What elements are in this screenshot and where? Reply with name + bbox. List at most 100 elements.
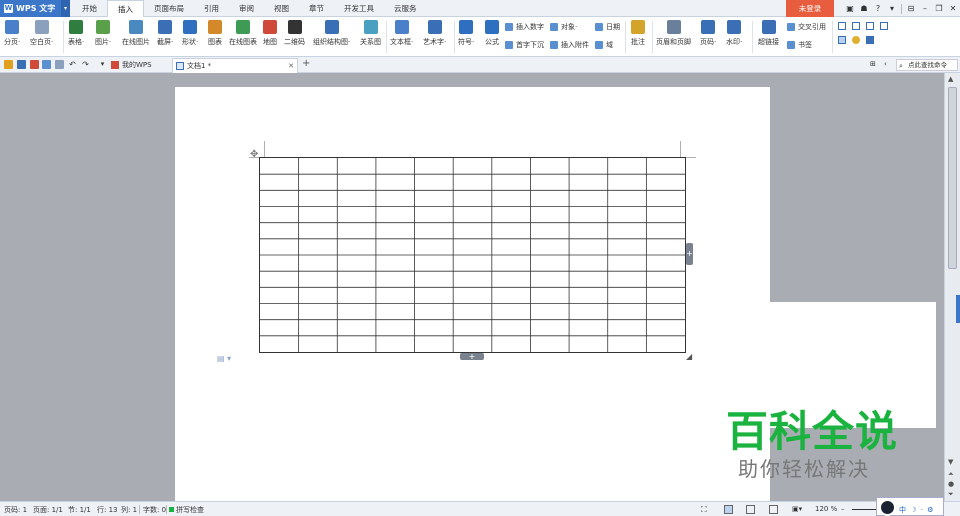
web-view-icon[interactable] [769, 505, 778, 514]
chevron-down-icon[interactable]: ▾ [98, 60, 107, 69]
bookmark-button[interactable]: 书签 [787, 40, 812, 50]
paste-options-icon[interactable]: ▤ ▾ [217, 354, 231, 363]
tab-2[interactable]: 页面布局 [144, 0, 194, 17]
close-icon[interactable]: ✕ [946, 4, 960, 13]
doc-tab-my-wps[interactable]: 我的WPS [108, 58, 172, 73]
side-panel-tab[interactable] [956, 295, 960, 323]
prev-page-icon[interactable]: ⏶ [948, 470, 954, 479]
zoom-level[interactable]: 120 % [815, 505, 837, 513]
page-number-button[interactable]: 页码· [700, 20, 716, 47]
new-tab-icon[interactable]: + [302, 58, 310, 69]
layout-icon[interactable] [880, 22, 888, 30]
login-button[interactable]: 未登录 [786, 0, 834, 17]
tab-4[interactable]: 审阅 [229, 0, 264, 17]
attachment-button[interactable]: 插入附件 [550, 40, 589, 50]
skin-icon[interactable]: ▣ [843, 4, 857, 13]
close-icon[interactable]: ✕ [288, 59, 294, 73]
insert-number-button[interactable]: 插入数字 [505, 22, 544, 32]
inserted-table[interactable] [259, 157, 686, 353]
map-button[interactable]: 地图 [263, 20, 277, 47]
spell-check-toggle[interactable]: 拼写检查 [169, 505, 204, 515]
table-resize-handle-icon[interactable]: ◢ [686, 352, 692, 361]
avatar[interactable] [879, 499, 896, 516]
org-chart-button[interactable]: 组织结构图· [313, 20, 350, 47]
help-icon[interactable]: ? [871, 4, 885, 13]
vertical-scrollbar[interactable]: ▲ ▼ ⏶ ● ⏷ [944, 73, 960, 501]
user-icon[interactable]: ☗ [857, 4, 871, 13]
minimize-icon[interactable]: – [918, 4, 932, 13]
system-tray-widget[interactable]: 中 ☽ · ⚙ ✎ ✦ [876, 497, 944, 516]
scrollbar-thumb[interactable] [948, 87, 957, 269]
header-footer-button[interactable]: 页眉和页脚 [656, 20, 691, 47]
drop-cap-button[interactable]: 首字下沉 [505, 40, 544, 50]
relation-chart-button[interactable]: 关系图 [360, 20, 381, 47]
scroll-up-icon[interactable]: ▲ [948, 75, 953, 83]
tab-1[interactable]: 插入 [107, 0, 144, 18]
page-view-icon[interactable] [724, 505, 733, 514]
next-page-icon[interactable]: ⏷ [948, 490, 954, 499]
outline-view-icon[interactable] [746, 505, 755, 514]
document-page[interactable]: ✥ + + ◢ ▤ ▾ [175, 87, 770, 501]
print-preview-icon[interactable] [55, 60, 64, 69]
scroll-down-icon[interactable]: ▼ [948, 458, 953, 466]
layout-icon[interactable] [838, 22, 846, 30]
tab-7[interactable]: 开发工具 [334, 0, 384, 17]
add-row-button[interactable]: + [460, 353, 484, 361]
cross-reference-button[interactable]: 交叉引用 [787, 22, 826, 32]
table-button[interactable]: 表格· [68, 20, 84, 47]
tab-list-icon[interactable]: ⊞ [870, 60, 876, 68]
omega-symbol-button[interactable]: 符号· [458, 20, 474, 47]
print-icon[interactable] [42, 60, 51, 69]
lock-icon[interactable] [866, 36, 874, 44]
select-icon[interactable] [838, 36, 846, 44]
blank-page-button[interactable]: 空白页· [30, 20, 53, 47]
highlight-icon[interactable] [852, 36, 860, 44]
command-search-input[interactable]: ⌕ 点此查找命令 [896, 59, 958, 71]
tray-icons[interactable]: 中 ☽ · ⚙ ✎ ✦ [899, 505, 943, 516]
page-break-button[interactable]: 分页· [4, 20, 20, 47]
textbox-button[interactable]: 文本框· [390, 20, 413, 47]
tab-0[interactable]: 开始 [72, 0, 107, 17]
picture-button[interactable]: 图片· [95, 20, 111, 47]
chevron-left-icon[interactable]: ‹ [884, 60, 887, 68]
screenshot-button[interactable]: 截屏· [157, 20, 173, 47]
export-pdf-icon[interactable] [30, 60, 39, 69]
layout-icon[interactable] [852, 22, 860, 30]
maximize-icon[interactable]: ❐ [932, 4, 946, 13]
status-word-count[interactable]: 字数: 0 [143, 505, 166, 515]
tab-8[interactable]: 云服务 [384, 0, 427, 17]
online-chart-button[interactable]: 在线图表 [229, 20, 257, 47]
pi-formula-button[interactable]: 公式 [485, 20, 499, 47]
watermark-button[interactable]: 水印· [726, 20, 742, 47]
add-column-button[interactable]: + [686, 243, 693, 265]
chevron-down-icon[interactable]: ▾ [61, 0, 70, 17]
hyperlink-button[interactable]: 超链接 [758, 20, 779, 47]
tab-3[interactable]: 引用 [194, 0, 229, 17]
shapes-button[interactable]: 形状· [182, 20, 198, 47]
field-button[interactable]: 域 [595, 40, 613, 50]
focus-mode-icon[interactable]: ⛶ [701, 505, 710, 514]
undo-icon[interactable]: ↶ [68, 60, 77, 69]
tab-6[interactable]: 章节 [299, 0, 334, 17]
reading-mode-icon[interactable]: ▣▾ [792, 505, 802, 513]
redo-icon[interactable]: ↷ [81, 60, 90, 69]
restore-layout-icon[interactable]: ⊟ [904, 4, 918, 13]
save-icon[interactable] [17, 60, 26, 69]
app-menu-button[interactable]: W WPS 文字 ▾ [0, 0, 70, 17]
wordart-button[interactable]: 艺术字· [423, 20, 446, 47]
comment-button[interactable]: 批注 [631, 20, 645, 47]
zoom-out-icon[interactable]: – [841, 505, 845, 513]
qrcode-button[interactable]: 二维码 [284, 20, 305, 47]
online-picture-button[interactable]: 在线图片 [122, 20, 150, 47]
date-button[interactable]: 日期 [595, 22, 620, 32]
zoom-slider[interactable] [852, 509, 878, 510]
chart-button[interactable]: 图表 [208, 20, 222, 47]
object-button[interactable]: 对象· [550, 22, 577, 32]
tab-5[interactable]: 视图 [264, 0, 299, 17]
table-move-handle-icon[interactable]: ✥ [250, 149, 258, 160]
options-icon[interactable]: ▾ [885, 4, 899, 13]
doc-tab-document1[interactable]: 文档1 * ✕ [172, 58, 298, 73]
layout-icon[interactable] [866, 22, 874, 30]
select-browse-icon[interactable]: ● [948, 480, 954, 488]
open-folder-icon[interactable] [4, 60, 13, 69]
